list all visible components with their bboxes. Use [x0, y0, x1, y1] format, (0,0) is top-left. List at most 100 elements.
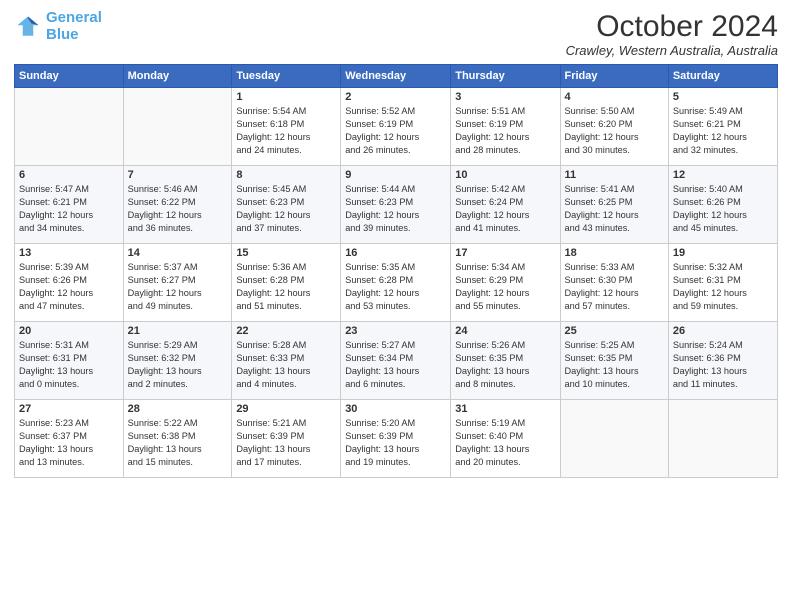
day-number: 2 [345, 91, 446, 103]
calendar-cell: 16Sunrise: 5:35 AM Sunset: 6:28 PM Dayli… [341, 244, 451, 322]
calendar-cell: 5Sunrise: 5:49 AM Sunset: 6:21 PM Daylig… [668, 88, 777, 166]
day-number: 25 [565, 325, 664, 337]
day-info: Sunrise: 5:28 AM Sunset: 6:33 PM Dayligh… [236, 339, 336, 391]
calendar-day-header: Sunday [15, 65, 124, 88]
calendar-week-row: 6 Sunrise: 5:47 AM Sunset: 6:21 PM Daylig… [15, 166, 778, 244]
calendar-cell: 1 Sunrise: 5:54 AM Sunset: 6:18 PM Daylig… [232, 88, 341, 166]
day-info: Sunrise: 5:45 AM Sunset: 6:23 PM Dayligh… [236, 183, 336, 235]
day-number: 16 [345, 247, 446, 259]
day-info: Sunrise: 5:25 AM Sunset: 6:35 PM Dayligh… [565, 339, 664, 391]
day-info: Sunrise: 5:23 AM Sunset: 6:37 PM Dayligh… [19, 417, 119, 469]
calendar-week-row: 27 Sunrise: 5:23 AM Sunset: 6:37 PM Dayli… [15, 400, 778, 478]
day-info: Sunrise: 5:51 AM Sunset: 6:19 PM Dayligh… [455, 105, 555, 157]
day-info: Sunrise: 5:40 AM Sunset: 6:26 PM Dayligh… [673, 183, 773, 235]
logo-icon [14, 13, 42, 41]
calendar-cell [123, 88, 232, 166]
day-info: Sunrise: 5:24 AM Sunset: 6:36 PM Dayligh… [673, 339, 773, 391]
day-info: Sunrise: 5:19 AM Sunset: 6:40 PM Dayligh… [455, 417, 555, 469]
day-info: Sunrise: 5:37 AM Sunset: 6:27 PM Dayligh… [128, 261, 228, 313]
title-block: October 2024 Crawley, Western Australia,… [566, 10, 778, 58]
day-number: 15 [236, 247, 336, 259]
day-number: 3 [455, 91, 555, 103]
day-info: Sunrise: 5:21 AM Sunset: 6:39 PM Dayligh… [236, 417, 336, 469]
day-number: 30 [345, 403, 446, 415]
day-number: 29 [236, 403, 336, 415]
month-title: October 2024 [566, 10, 778, 43]
calendar-cell: 11 Sunrise: 5:41 AM Sunset: 6:25 PM Dayli… [560, 166, 668, 244]
day-info: Sunrise: 5:29 AM Sunset: 6:32 PM Dayligh… [128, 339, 228, 391]
day-number: 11 [565, 169, 664, 181]
day-number: 12 [673, 169, 773, 181]
day-info: Sunrise: 5:22 AM Sunset: 6:38 PM Dayligh… [128, 417, 228, 469]
day-number: 4 [565, 91, 664, 103]
day-info: Sunrise: 5:33 AM Sunset: 6:30 PM Dayligh… [565, 261, 664, 313]
calendar-day-header: Monday [123, 65, 232, 88]
day-number: 9 [345, 169, 446, 181]
day-number: 10 [455, 169, 555, 181]
calendar-header-row: SundayMondayTuesdayWednesdayThursdayFrid… [15, 65, 778, 88]
calendar-table: SundayMondayTuesdayWednesdayThursdayFrid… [14, 64, 778, 478]
calendar-cell: 12 Sunrise: 5:40 AM Sunset: 6:26 PM Dayli… [668, 166, 777, 244]
calendar-cell: 19 Sunrise: 5:32 AM Sunset: 6:31 PM Dayli… [668, 244, 777, 322]
day-number: 31 [455, 403, 555, 415]
day-info: Sunrise: 5:44 AM Sunset: 6:23 PM Dayligh… [345, 183, 446, 235]
calendar-cell: 30 Sunrise: 5:20 AM Sunset: 6:39 PM Dayli… [341, 400, 451, 478]
calendar-week-row: 1 Sunrise: 5:54 AM Sunset: 6:18 PM Daylig… [15, 88, 778, 166]
day-number: 1 [236, 91, 336, 103]
day-number: 19 [673, 247, 773, 259]
day-info: Sunrise: 5:41 AM Sunset: 6:25 PM Dayligh… [565, 183, 664, 235]
calendar-day-header: Saturday [668, 65, 777, 88]
calendar-cell: 28Sunrise: 5:22 AM Sunset: 6:38 PM Dayli… [123, 400, 232, 478]
calendar-cell: 25 Sunrise: 5:25 AM Sunset: 6:35 PM Dayli… [560, 322, 668, 400]
calendar-cell: 29 Sunrise: 5:21 AM Sunset: 6:39 PM Dayli… [232, 400, 341, 478]
day-info: Sunrise: 5:20 AM Sunset: 6:39 PM Dayligh… [345, 417, 446, 469]
logo: GeneralBlue [14, 10, 102, 43]
day-info: Sunrise: 5:49 AM Sunset: 6:21 PM Dayligh… [673, 105, 773, 157]
calendar-cell: 14 Sunrise: 5:37 AM Sunset: 6:27 PM Dayli… [123, 244, 232, 322]
calendar-week-row: 13Sunrise: 5:39 AM Sunset: 6:26 PM Dayli… [15, 244, 778, 322]
calendar-cell [560, 400, 668, 478]
calendar-cell: 21 Sunrise: 5:29 AM Sunset: 6:32 PM Dayli… [123, 322, 232, 400]
calendar-week-row: 20 Sunrise: 5:31 AM Sunset: 6:31 PM Dayli… [15, 322, 778, 400]
day-info: Sunrise: 5:46 AM Sunset: 6:22 PM Dayligh… [128, 183, 228, 235]
calendar-cell: 20 Sunrise: 5:31 AM Sunset: 6:31 PM Dayli… [15, 322, 124, 400]
day-number: 21 [128, 325, 228, 337]
day-number: 6 [19, 169, 119, 181]
day-number: 27 [19, 403, 119, 415]
calendar-cell [15, 88, 124, 166]
day-info: Sunrise: 5:34 AM Sunset: 6:29 PM Dayligh… [455, 261, 555, 313]
calendar-day-header: Friday [560, 65, 668, 88]
location: Crawley, Western Australia, Australia [566, 43, 778, 58]
day-number: 7 [128, 169, 228, 181]
calendar-cell: 7 Sunrise: 5:46 AM Sunset: 6:22 PM Daylig… [123, 166, 232, 244]
calendar-cell: 15Sunrise: 5:36 AM Sunset: 6:28 PM Dayli… [232, 244, 341, 322]
day-number: 24 [455, 325, 555, 337]
day-info: Sunrise: 5:26 AM Sunset: 6:35 PM Dayligh… [455, 339, 555, 391]
day-info: Sunrise: 5:32 AM Sunset: 6:31 PM Dayligh… [673, 261, 773, 313]
calendar-cell: 10 Sunrise: 5:42 AM Sunset: 6:24 PM Dayli… [451, 166, 560, 244]
day-info: Sunrise: 5:50 AM Sunset: 6:20 PM Dayligh… [565, 105, 664, 157]
calendar-cell: 6 Sunrise: 5:47 AM Sunset: 6:21 PM Daylig… [15, 166, 124, 244]
calendar-cell: 23Sunrise: 5:27 AM Sunset: 6:34 PM Dayli… [341, 322, 451, 400]
calendar-cell: 9 Sunrise: 5:44 AM Sunset: 6:23 PM Daylig… [341, 166, 451, 244]
calendar-cell: 3 Sunrise: 5:51 AM Sunset: 6:19 PM Daylig… [451, 88, 560, 166]
page-header: GeneralBlue October 2024 Crawley, Wester… [14, 10, 778, 58]
day-number: 14 [128, 247, 228, 259]
day-info: Sunrise: 5:47 AM Sunset: 6:21 PM Dayligh… [19, 183, 119, 235]
calendar-cell: 24 Sunrise: 5:26 AM Sunset: 6:35 PM Dayli… [451, 322, 560, 400]
day-info: Sunrise: 5:42 AM Sunset: 6:24 PM Dayligh… [455, 183, 555, 235]
day-number: 20 [19, 325, 119, 337]
calendar-day-header: Tuesday [232, 65, 341, 88]
calendar-cell: 4 Sunrise: 5:50 AM Sunset: 6:20 PM Daylig… [560, 88, 668, 166]
day-number: 22 [236, 325, 336, 337]
day-info: Sunrise: 5:39 AM Sunset: 6:26 PM Dayligh… [19, 261, 119, 313]
day-info: Sunrise: 5:54 AM Sunset: 6:18 PM Dayligh… [236, 105, 336, 157]
calendar-cell: 18Sunrise: 5:33 AM Sunset: 6:30 PM Dayli… [560, 244, 668, 322]
calendar-cell: 31 Sunrise: 5:19 AM Sunset: 6:40 PM Dayli… [451, 400, 560, 478]
calendar-day-header: Wednesday [341, 65, 451, 88]
calendar-cell: 2Sunrise: 5:52 AM Sunset: 6:19 PM Daylig… [341, 88, 451, 166]
calendar-day-header: Thursday [451, 65, 560, 88]
calendar-cell: 27 Sunrise: 5:23 AM Sunset: 6:37 PM Dayli… [15, 400, 124, 478]
day-info: Sunrise: 5:31 AM Sunset: 6:31 PM Dayligh… [19, 339, 119, 391]
calendar-cell: 22 Sunrise: 5:28 AM Sunset: 6:33 PM Dayli… [232, 322, 341, 400]
